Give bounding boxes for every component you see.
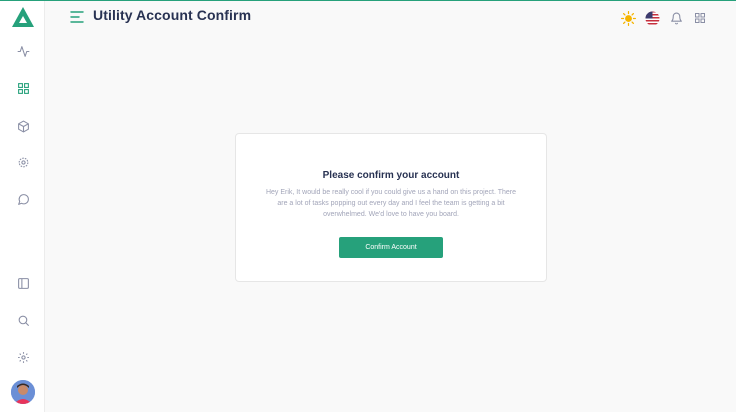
cog-icon xyxy=(18,157,28,167)
confirm-account-button[interactable]: Confirm Account xyxy=(339,237,443,258)
sidebar-item-dashboard[interactable] xyxy=(11,76,35,100)
activity-icon xyxy=(17,45,29,57)
logo-icon[interactable] xyxy=(12,7,34,27)
page-title: Utility Account Confirm xyxy=(93,7,252,23)
sidebar-item-activity[interactable] xyxy=(11,39,35,63)
apps-grid-icon[interactable] xyxy=(691,9,709,27)
sidebar-item-cog[interactable] xyxy=(11,150,35,174)
sidebar-item-messages[interactable] xyxy=(11,187,35,211)
sidebar-item-settings[interactable] xyxy=(11,345,35,369)
sidebar-item-search[interactable] xyxy=(11,308,35,332)
settings-icon xyxy=(17,351,29,363)
us-flag-icon[interactable] xyxy=(643,9,661,27)
sidebar-panel-icon xyxy=(17,277,29,289)
message-icon xyxy=(17,193,29,205)
card-title: Please confirm your account xyxy=(322,170,460,181)
sidebar-item-box[interactable] xyxy=(11,114,35,138)
header: Utility Account Confirm xyxy=(45,1,736,35)
card-body-text: Hey Erik, It would be really cool if you… xyxy=(265,189,517,218)
menu-toggle-icon[interactable] xyxy=(70,10,84,24)
bell-icon[interactable] xyxy=(667,9,685,27)
grid-icon xyxy=(17,82,29,94)
avatar[interactable] xyxy=(11,380,35,404)
sidebar xyxy=(0,1,45,412)
sidebar-item-panel[interactable] xyxy=(11,271,35,295)
box-icon xyxy=(17,120,29,132)
search-icon xyxy=(18,315,29,326)
sun-icon[interactable] xyxy=(619,9,637,27)
confirm-account-card: Please confirm your account Hey Erik, It… xyxy=(235,133,547,282)
